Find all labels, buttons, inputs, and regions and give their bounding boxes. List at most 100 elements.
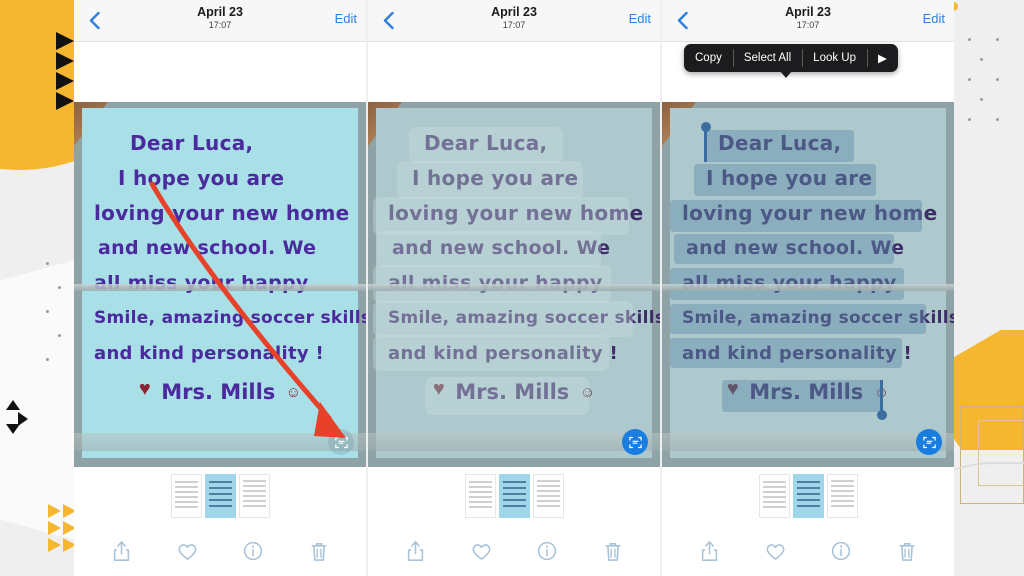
note-signature: ♥ Mrs. Mills ☺: [82, 377, 358, 405]
thumbnail-filmstrip[interactable]: [662, 467, 954, 525]
thumbnail-document-1[interactable]: [464, 474, 496, 518]
share-icon[interactable]: [694, 536, 724, 566]
bottom-toolbar: [662, 525, 954, 576]
lower-shelf-edge: [74, 433, 366, 451]
thumbnail-blue-note[interactable]: [792, 474, 824, 518]
smiley-glyph: ☺: [285, 383, 302, 401]
navigation-bar: April 23 17:07 Edit: [74, 0, 366, 42]
navigation-bar: April 23 17:07 Edit: [662, 0, 954, 42]
trash-icon[interactable]: [598, 536, 628, 566]
selection-knob[interactable]: [876, 410, 887, 420]
live-text-icon: [628, 436, 642, 448]
note-line: and new school. We: [392, 237, 611, 259]
note-line: and kind personality !: [682, 343, 912, 364]
lower-shelf-edge: [662, 433, 954, 451]
note-line: and new school. We: [686, 237, 905, 259]
phone-screenshot-series: April 23 17:07 Edit Dear Luca, I hope yo…: [74, 0, 954, 576]
page-subtitle: 17:07: [208, 20, 232, 30]
smiley-glyph: ☺: [579, 383, 596, 401]
live-text-button[interactable]: [916, 429, 942, 455]
thumbnail-document-1[interactable]: [758, 474, 790, 518]
thumbnail-document-2[interactable]: [238, 474, 270, 518]
photo-viewer[interactable]: Dear Luca, I hope you are loving your ne…: [74, 102, 366, 467]
note-line: Smile, amazing soccer skills,: [94, 308, 366, 328]
heart-icon[interactable]: [466, 536, 496, 566]
copy-menu-item[interactable]: Copy: [684, 44, 733, 72]
note-line: Dear Luca,: [718, 131, 842, 155]
navigation-bar: April 23 17:07 Edit: [368, 0, 660, 42]
page-subtitle: 17:07: [796, 20, 820, 30]
page-title: April 23: [197, 5, 243, 19]
note-line: and kind personality !: [94, 343, 324, 364]
note-line: loving your new home: [682, 201, 938, 225]
edit-button[interactable]: Edit: [923, 11, 945, 26]
page-title: April 23: [491, 5, 537, 19]
look-up-menu-item[interactable]: Look Up: [802, 44, 867, 72]
live-text-button[interactable]: [622, 429, 648, 455]
trash-icon[interactable]: [304, 536, 334, 566]
live-text-icon: [334, 436, 348, 448]
page-title: April 23: [785, 5, 831, 19]
photo-viewer[interactable]: Dear Luca, I hope you are loving your ne…: [368, 102, 660, 467]
sticky-note-paper: Dear Luca, I hope you are loving your ne…: [82, 108, 366, 458]
thumbnail-document-2[interactable]: [826, 474, 858, 518]
thumbnail-document-1[interactable]: [170, 474, 202, 518]
select-all-menu-item[interactable]: Select All: [732, 44, 802, 72]
share-icon[interactable]: [106, 536, 136, 566]
more-menu-item[interactable]: ▶: [867, 44, 898, 72]
note-line: and kind personality !: [388, 343, 618, 364]
handwritten-note-text: Dear Luca, I hope you are loving your ne…: [376, 126, 660, 371]
dot-grid-left-decoration: [44, 262, 76, 372]
panel-1-photo-view: April 23 17:07 Edit Dear Luca, I hope yo…: [74, 0, 366, 576]
thumbnail-blue-note[interactable]: [498, 474, 530, 518]
live-text-button[interactable]: [328, 429, 354, 455]
note-line: loving your new home: [94, 201, 350, 225]
text-selection-context-menu[interactable]: Copy Select All Look Up ▶: [684, 44, 898, 72]
black-arrows-decoration: [2, 400, 28, 440]
thumbnail-blue-note[interactable]: [204, 474, 236, 518]
note-line: I hope you are: [706, 166, 873, 190]
heart-icon[interactable]: [760, 536, 790, 566]
info-icon[interactable]: [826, 536, 856, 566]
page-subtitle: 17:07: [502, 20, 526, 30]
selection-handle-start[interactable]: [700, 122, 711, 162]
photo-viewer[interactable]: Dear Luca, I hope you are loving your ne…: [662, 102, 954, 467]
note-line: Smile, amazing soccer skills,: [388, 308, 660, 328]
thumbnail-filmstrip[interactable]: [368, 467, 660, 525]
selection-knob[interactable]: [700, 122, 711, 132]
content-spacer: [368, 42, 660, 102]
note-line: Smile, amazing soccer skills,: [682, 308, 954, 328]
note-line: and new school. We: [98, 237, 317, 259]
context-menu-tail: [780, 71, 792, 78]
selection-handle-end[interactable]: [876, 380, 887, 420]
note-signature: ♥ Mrs. Mills ☺: [670, 377, 946, 405]
content-spacer: [74, 42, 366, 102]
shelf-edge: [662, 284, 954, 291]
sticky-note-paper: Dear Luca, I hope you are loving your ne…: [670, 108, 954, 458]
bottom-toolbar: [368, 525, 660, 576]
edit-button[interactable]: Edit: [335, 11, 357, 26]
note-signature: ♥ Mrs. Mills ☺: [376, 377, 652, 405]
note-line: I hope you are: [412, 166, 579, 190]
thumbnail-filmstrip[interactable]: [74, 467, 366, 525]
heart-glyph: ♥: [432, 377, 445, 400]
lower-shelf-edge: [368, 433, 660, 451]
note-line: Dear Luca,: [424, 131, 548, 155]
edit-button[interactable]: Edit: [629, 11, 651, 26]
info-icon[interactable]: [238, 536, 268, 566]
handwritten-note-text: Dear Luca, I hope you are loving your ne…: [670, 126, 954, 371]
shelf-edge: [368, 284, 660, 291]
heart-icon[interactable]: [172, 536, 202, 566]
share-icon[interactable]: [400, 536, 430, 566]
live-text-icon: [922, 436, 936, 448]
handwritten-note-text: Dear Luca, I hope you are loving your ne…: [82, 126, 366, 371]
panel-3-text-selected: April 23 17:07 Edit Copy Select All Look…: [662, 0, 954, 576]
info-icon[interactable]: [532, 536, 562, 566]
thumbnail-document-2[interactable]: [532, 474, 564, 518]
heart-glyph: ♥: [726, 377, 739, 400]
heart-glyph: ♥: [138, 377, 151, 400]
signature-name: Mrs. Mills: [749, 380, 864, 404]
note-line: Dear Luca,: [130, 131, 254, 155]
signature-name: Mrs. Mills: [161, 380, 276, 404]
trash-icon[interactable]: [892, 536, 922, 566]
